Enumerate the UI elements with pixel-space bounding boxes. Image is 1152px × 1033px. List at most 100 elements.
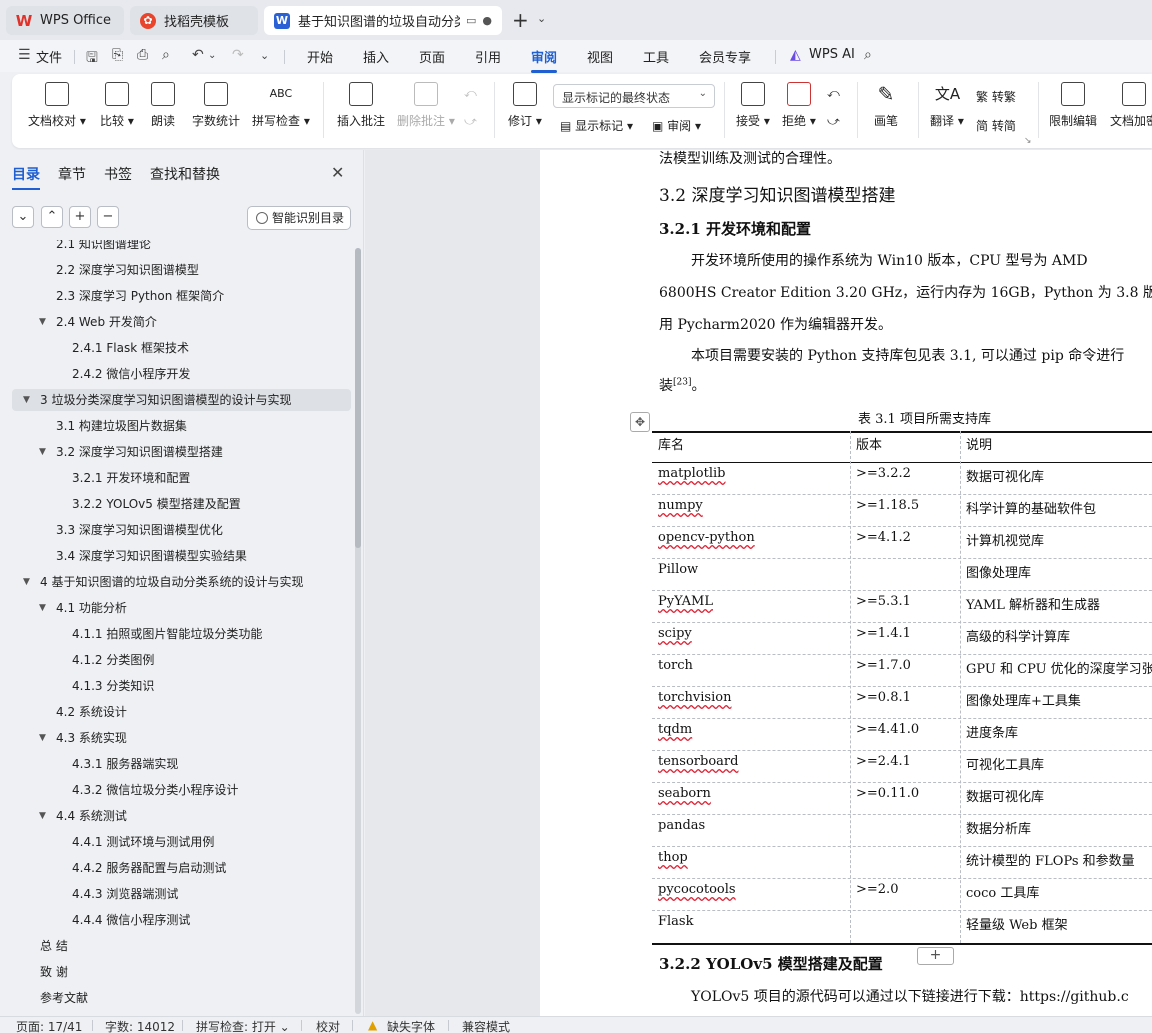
menu-page[interactable]: 页面 — [419, 47, 445, 66]
remove-heading-button[interactable]: − — [97, 206, 119, 228]
status-compat-mode[interactable]: 兼容模式 — [462, 1018, 510, 1033]
doc-encrypt-button[interactable]: 文档加密 — [1110, 82, 1152, 129]
panel-tab-toc[interactable]: 目录 — [12, 164, 40, 190]
menu-insert[interactable]: 插入 — [363, 47, 389, 66]
previous-change-icon[interactable]: ⤺ — [827, 86, 840, 101]
show-markup-button[interactable]: ▤ 显示标记 ▾ — [560, 117, 633, 134]
search-icon[interactable]: ⌕ — [864, 47, 872, 63]
menu-file[interactable]: 文件 — [36, 47, 62, 66]
menu-member[interactable]: 会员专享 — [699, 47, 751, 66]
toc-item[interactable]: 2.2 深度学习知识图谱模型 — [12, 259, 351, 281]
delete-comment-button[interactable]: 删除批注 ▾ — [397, 82, 455, 129]
menu-tools[interactable]: 工具 — [643, 47, 669, 66]
toc-item[interactable]: 4.3.2 微信垃圾分类小程序设计 — [12, 779, 351, 801]
toc-item[interactable]: 2.4.2 微信小程序开发 — [12, 363, 351, 385]
next-change-icon[interactable]: ⤻ — [827, 114, 840, 129]
reject-button[interactable]: 拒绝 ▾ — [782, 82, 816, 129]
menu-home[interactable]: 开始 — [307, 47, 333, 66]
expand-triangle-icon[interactable]: ▼ — [39, 597, 46, 619]
toc-item[interactable]: ▼ 4.4 系统测试 — [12, 805, 351, 827]
spell-check-button[interactable]: ABC 拼写检查 ▾ — [252, 82, 310, 129]
status-missing-font[interactable]: 缺失字体 — [387, 1018, 435, 1033]
toc-item[interactable]: 3.1 构建垃圾图片数据集 — [12, 415, 351, 437]
expand-triangle-icon[interactable]: ▼ — [39, 727, 46, 749]
status-spell-check[interactable]: 拼写检查: 打开 ⌄ — [196, 1018, 290, 1033]
pen-button[interactable]: ✎ 画笔 — [874, 82, 898, 129]
toc-item[interactable]: 3.2.2 YOLOv5 模型搭建及配置 — [12, 493, 351, 515]
tab-wps-office[interactable]: W WPS Office — [6, 6, 124, 35]
panel-tab-bookmarks[interactable]: 书签 — [104, 164, 132, 184]
toc-item[interactable]: 参考文献 — [12, 987, 351, 1009]
toc-item[interactable]: ▼ 2.4 Web 开发简介 — [12, 311, 351, 333]
smart-toc-button[interactable]: 智能识别目录 — [247, 206, 351, 230]
expand-triangle-icon[interactable]: ▼ — [39, 311, 46, 333]
to-simplified-button[interactable]: 简 转简 — [976, 117, 1016, 134]
status-page[interactable]: 页面: 17/41 — [16, 1018, 82, 1033]
menu-wps-ai[interactable]: WPS AI — [809, 47, 855, 62]
export-icon[interactable]: ⎘ — [112, 47, 123, 63]
previous-comment-icon[interactable]: ⤺ — [464, 86, 477, 101]
compare-button[interactable]: 比较 ▾ — [100, 82, 134, 129]
toc-item[interactable]: 4.1.2 分类图例 — [12, 649, 351, 671]
toc-item[interactable]: 4.2 系统设计 — [12, 701, 351, 723]
toc-item[interactable]: 4.4.2 服务器配置与启动测试 — [12, 857, 351, 879]
new-tab-plus-icon[interactable]: + — [512, 8, 529, 32]
expand-triangle-icon[interactable]: ▼ — [23, 389, 30, 411]
translate-button[interactable]: 文A 翻译 ▾ — [930, 82, 964, 129]
undo-icon[interactable]: ↶ — [192, 47, 204, 63]
toc-item[interactable]: 4.3.1 服务器端实现 — [12, 753, 351, 775]
toc-scrollbar-thumb[interactable] — [355, 248, 361, 548]
toc-item[interactable]: 4.1.1 拍照或图片智能垃圾分类功能 — [12, 623, 351, 645]
chevron-down-icon[interactable]: ⌄ — [537, 12, 546, 25]
toc-item[interactable]: ▼ 3 垃圾分类深度学习知识图谱模型的设计与实现 — [12, 389, 351, 411]
menu-view[interactable]: 视图 — [587, 47, 613, 66]
menu-review[interactable]: 审阅 — [531, 47, 558, 73]
review-pane-button[interactable]: ▣ 审阅 ▾ — [652, 117, 701, 134]
status-word-count[interactable]: 字数: 14012 — [105, 1018, 175, 1033]
toc-item[interactable]: ▼ 4 基于知识图谱的垃圾自动分类系统的设计与实现 — [12, 571, 351, 593]
undo-dropdown-icon[interactable]: ⌄ — [208, 50, 216, 61]
word-count-button[interactable]: 字数统计 — [192, 82, 240, 129]
toc-item[interactable]: 总 结 — [12, 935, 351, 957]
add-heading-button[interactable]: + — [69, 206, 91, 228]
add-row-button[interactable]: + — [917, 947, 954, 965]
toc-item[interactable]: 3.3 深度学习知识图谱模型优化 — [12, 519, 351, 541]
redo-icon[interactable]: ↷ — [232, 47, 244, 63]
restrict-edit-button[interactable]: 限制编辑 — [1049, 82, 1097, 129]
toc-item[interactable]: 2.1 知识图谱理论 — [12, 240, 351, 255]
more-chevron-icon[interactable]: ⌄ — [260, 49, 269, 62]
tab-current-document[interactable]: W 基于知识图谱的垃圾自动分类 ▭ ● — [264, 6, 502, 35]
save-icon[interactable]: 🖫 — [86, 47, 98, 71]
expand-group-icon[interactable]: ↘ — [1024, 136, 1032, 146]
expand-triangle-icon[interactable]: ▼ — [23, 571, 30, 593]
toc-item[interactable]: 3.4 深度学习知识图谱模型实验结果 — [12, 545, 351, 567]
read-aloud-button[interactable]: 朗读 — [151, 82, 175, 129]
status-proofread[interactable]: 校对 — [316, 1018, 340, 1033]
close-icon[interactable]: ✕ — [331, 163, 344, 182]
markup-display-select[interactable]: 显示标记的最终状态 ⌄ — [553, 84, 715, 108]
tab-docer-templates[interactable]: ✿ 找稻壳模板 — [130, 6, 258, 35]
toc-item[interactable]: ▼ 3.2 深度学习知识图谱模型搭建 — [12, 441, 351, 463]
panel-tab-sections[interactable]: 章节 — [58, 164, 86, 184]
accept-button[interactable]: 接受 ▾ — [736, 82, 770, 129]
toc-item[interactable]: 致 谢 — [12, 961, 351, 983]
tab-close-dot-icon[interactable]: ● — [482, 14, 492, 27]
toc-item[interactable]: 2.3 深度学习 Python 框架简介 — [12, 285, 351, 307]
toc-item[interactable]: 4.4.4 微信小程序测试 — [12, 909, 351, 931]
next-comment-icon[interactable]: ⤻ — [464, 114, 477, 129]
revise-button[interactable]: 修订 ▾ — [508, 82, 542, 129]
to-traditional-button[interactable]: 繁 转繁 — [976, 88, 1016, 105]
toc-item[interactable]: ▼ 4.3 系统实现 — [12, 727, 351, 749]
collapse-up-button[interactable]: ⌃ — [41, 206, 63, 228]
screen-icon[interactable]: ▭ — [466, 14, 476, 27]
insert-comment-button[interactable]: 插入批注 — [337, 82, 385, 129]
print-preview-icon[interactable]: ⌕ — [162, 47, 170, 63]
toc-item[interactable]: 3.2.1 开发环境和配置 — [12, 467, 351, 489]
doc-check-button[interactable]: 文档校对 ▾ — [28, 82, 86, 129]
citation-ref[interactable]: [23] — [673, 377, 691, 387]
collapse-down-button[interactable]: ⌄ — [12, 206, 34, 228]
toc-item[interactable]: ▼ 4.1 功能分析 — [12, 597, 351, 619]
toc-item[interactable]: 4.4.3 浏览器端测试 — [12, 883, 351, 905]
document-page[interactable]: 法模型训练及测试的合理性。 3.2 深度学习知识图谱模型搭建 3.2.1 开发环… — [540, 150, 1152, 1016]
expand-triangle-icon[interactable]: ▼ — [39, 805, 46, 827]
